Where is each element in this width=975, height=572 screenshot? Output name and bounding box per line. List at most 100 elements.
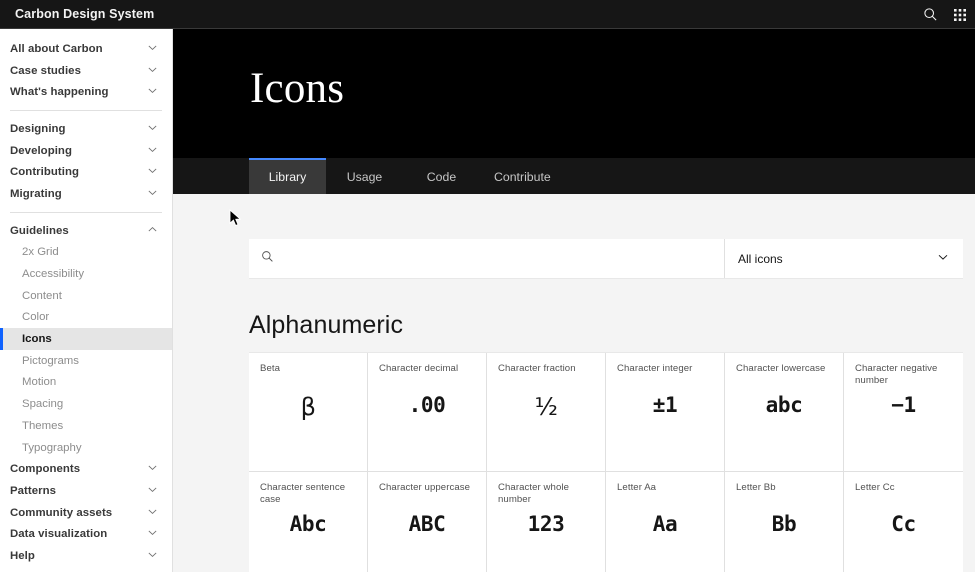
sidebar-item-label: Motion (22, 376, 56, 388)
app-switcher-button[interactable] (945, 0, 975, 29)
sidebar-item-label: What's happening (10, 86, 109, 98)
sidebar-item-label: Guidelines (10, 225, 69, 237)
sidebar-item-2x-grid[interactable]: 2x Grid (0, 242, 172, 264)
icon-cell-label: Character integer (617, 363, 716, 375)
sidebar-item-patterns[interactable]: Patterns (0, 480, 172, 502)
icon-search-bar: All icons (249, 239, 963, 278)
sidebar-item-label: Contributing (10, 166, 79, 178)
search-field[interactable] (249, 239, 725, 278)
chevron-down-icon (147, 525, 158, 543)
icon-filter-dropdown[interactable]: All icons (725, 239, 963, 278)
tab-usage[interactable]: Usage (326, 158, 403, 194)
icon-cell-letter-cc[interactable]: Letter Cc Cc (844, 472, 963, 572)
icon-cell-label: Character fraction (498, 363, 597, 375)
sidebar-item-label: Designing (10, 123, 66, 135)
character-lowercase-icon: abc (725, 393, 843, 417)
sidebar-group-guidelines: Guidelines 2x Grid Accessibility Content… (0, 220, 172, 572)
sidebar-item-label: Developing (10, 145, 72, 157)
icon-cell-character-integer[interactable]: Character integer ±1 (606, 353, 725, 472)
icon-cell-letter-bb[interactable]: Letter Bb Bb (725, 472, 844, 572)
sidebar-item-label: Patterns (10, 485, 56, 497)
chevron-down-icon (147, 460, 158, 478)
sidebar-item-label: Data visualization (10, 528, 107, 540)
search-input[interactable] (283, 239, 724, 278)
icon-cell-label: Character negative number (855, 363, 955, 386)
sidebar-item-spacing[interactable]: Spacing (0, 393, 172, 415)
sidebar-item-help[interactable]: Help (0, 545, 172, 567)
sidebar: All about Carbon Case studies What's hap… (0, 29, 173, 572)
page-hero: Icons (173, 29, 975, 158)
icon-cell-character-uppercase[interactable]: Character uppercase ABC (368, 472, 487, 572)
sidebar-item-label: Content (22, 290, 62, 302)
tab-code[interactable]: Code (403, 158, 480, 194)
icon-grid: Beta β Character decimal .00 Character f… (249, 352, 963, 572)
icon-cell-character-lowercase[interactable]: Character lowercase abc (725, 353, 844, 472)
sidebar-item-developing[interactable]: Developing (0, 140, 172, 162)
chevron-down-icon (147, 547, 158, 565)
sidebar-item-guidelines[interactable]: Guidelines (0, 220, 172, 242)
sidebar-item-label: Typography (22, 442, 82, 454)
sidebar-item-label: Themes (22, 420, 63, 432)
icon-cell-letter-aa[interactable]: Letter Aa Aa (606, 472, 725, 572)
icon-filter-value: All icons (738, 252, 783, 266)
sidebar-item-case-studies[interactable]: Case studies (0, 60, 172, 82)
tab-label: Library (269, 170, 307, 184)
icon-cell-character-fraction[interactable]: Character fraction ½ (487, 353, 606, 472)
sidebar-item-migrating[interactable]: Migrating (0, 183, 172, 205)
sidebar-item-label: Icons (22, 333, 52, 345)
sidebar-item-community-assets[interactable]: Community assets (0, 502, 172, 524)
chevron-down-icon (147, 62, 158, 80)
sidebar-item-label: 2x Grid (22, 246, 59, 258)
chevron-down-icon (147, 185, 158, 203)
search-button[interactable] (915, 0, 945, 29)
icon-cell-character-sentence-case[interactable]: Character sentence case Abc (249, 472, 368, 572)
sidebar-item-components[interactable]: Components (0, 458, 172, 480)
letter-cc-icon: Cc (844, 512, 963, 536)
chevron-down-icon (147, 142, 158, 160)
sidebar-item-content[interactable]: Content (0, 285, 172, 307)
character-whole-number-icon: 123 (487, 512, 605, 536)
letter-bb-icon: Bb (725, 512, 843, 536)
character-negative-number-icon: −1 (844, 393, 963, 417)
sidebar-item-color[interactable]: Color (0, 307, 172, 329)
sidebar-item-label: Spacing (22, 398, 63, 410)
sidebar-item-contributing[interactable]: Contributing (0, 161, 172, 183)
chevron-down-icon (147, 504, 158, 522)
icon-cell-character-decimal[interactable]: Character decimal .00 (368, 353, 487, 472)
character-uppercase-icon: ABC (368, 512, 486, 536)
icon-cell-character-whole-number[interactable]: Character whole number 123 (487, 472, 606, 572)
sidebar-group-practice: Designing Developing Contributing Migrat… (0, 118, 172, 205)
sidebar-divider (10, 110, 162, 111)
tab-bar: Library Usage Code Contribute (173, 158, 975, 194)
sidebar-item-designing[interactable]: Designing (0, 118, 172, 140)
main-content: Icons Library Usage Code Contribute (173, 29, 975, 572)
icon-cell-beta[interactable]: Beta β (249, 353, 368, 472)
sidebar-item-motion[interactable]: Motion (0, 372, 172, 394)
sidebar-item-accessibility[interactable]: Accessibility (0, 263, 172, 285)
chevron-down-icon (147, 163, 158, 181)
sidebar-item-icons[interactable]: Icons (0, 328, 172, 350)
sidebar-item-all-about-carbon[interactable]: All about Carbon (0, 38, 172, 60)
chevron-down-icon (147, 83, 158, 101)
character-sentence-case-icon: Abc (249, 512, 367, 536)
sidebar-item-pictograms[interactable]: Pictograms (0, 350, 172, 372)
tab-label: Contribute (494, 170, 551, 184)
sidebar-item-label: Color (22, 311, 49, 323)
icon-cell-label: Letter Cc (855, 482, 955, 494)
icon-cell-character-negative-number[interactable]: Character negative number −1 (844, 353, 963, 472)
character-fraction-icon: ½ (487, 393, 605, 421)
letter-aa-icon: Aa (606, 512, 724, 536)
app-switcher-icon (953, 8, 967, 22)
sidebar-item-whats-happening[interactable]: What's happening (0, 81, 172, 103)
sidebar-item-data-visualization[interactable]: Data visualization (0, 523, 172, 545)
tab-library[interactable]: Library (249, 158, 326, 194)
sidebar-item-typography[interactable]: Typography (0, 437, 172, 459)
tab-contribute[interactable]: Contribute (480, 158, 565, 194)
tab-label: Code (427, 170, 456, 184)
sidebar-group-about: All about Carbon Case studies What's hap… (0, 38, 172, 103)
chevron-down-icon (147, 120, 158, 138)
sidebar-item-themes[interactable]: Themes (0, 415, 172, 437)
search-icon (923, 7, 938, 22)
icon-cell-label: Beta (260, 363, 359, 375)
tab-label: Usage (347, 170, 383, 184)
